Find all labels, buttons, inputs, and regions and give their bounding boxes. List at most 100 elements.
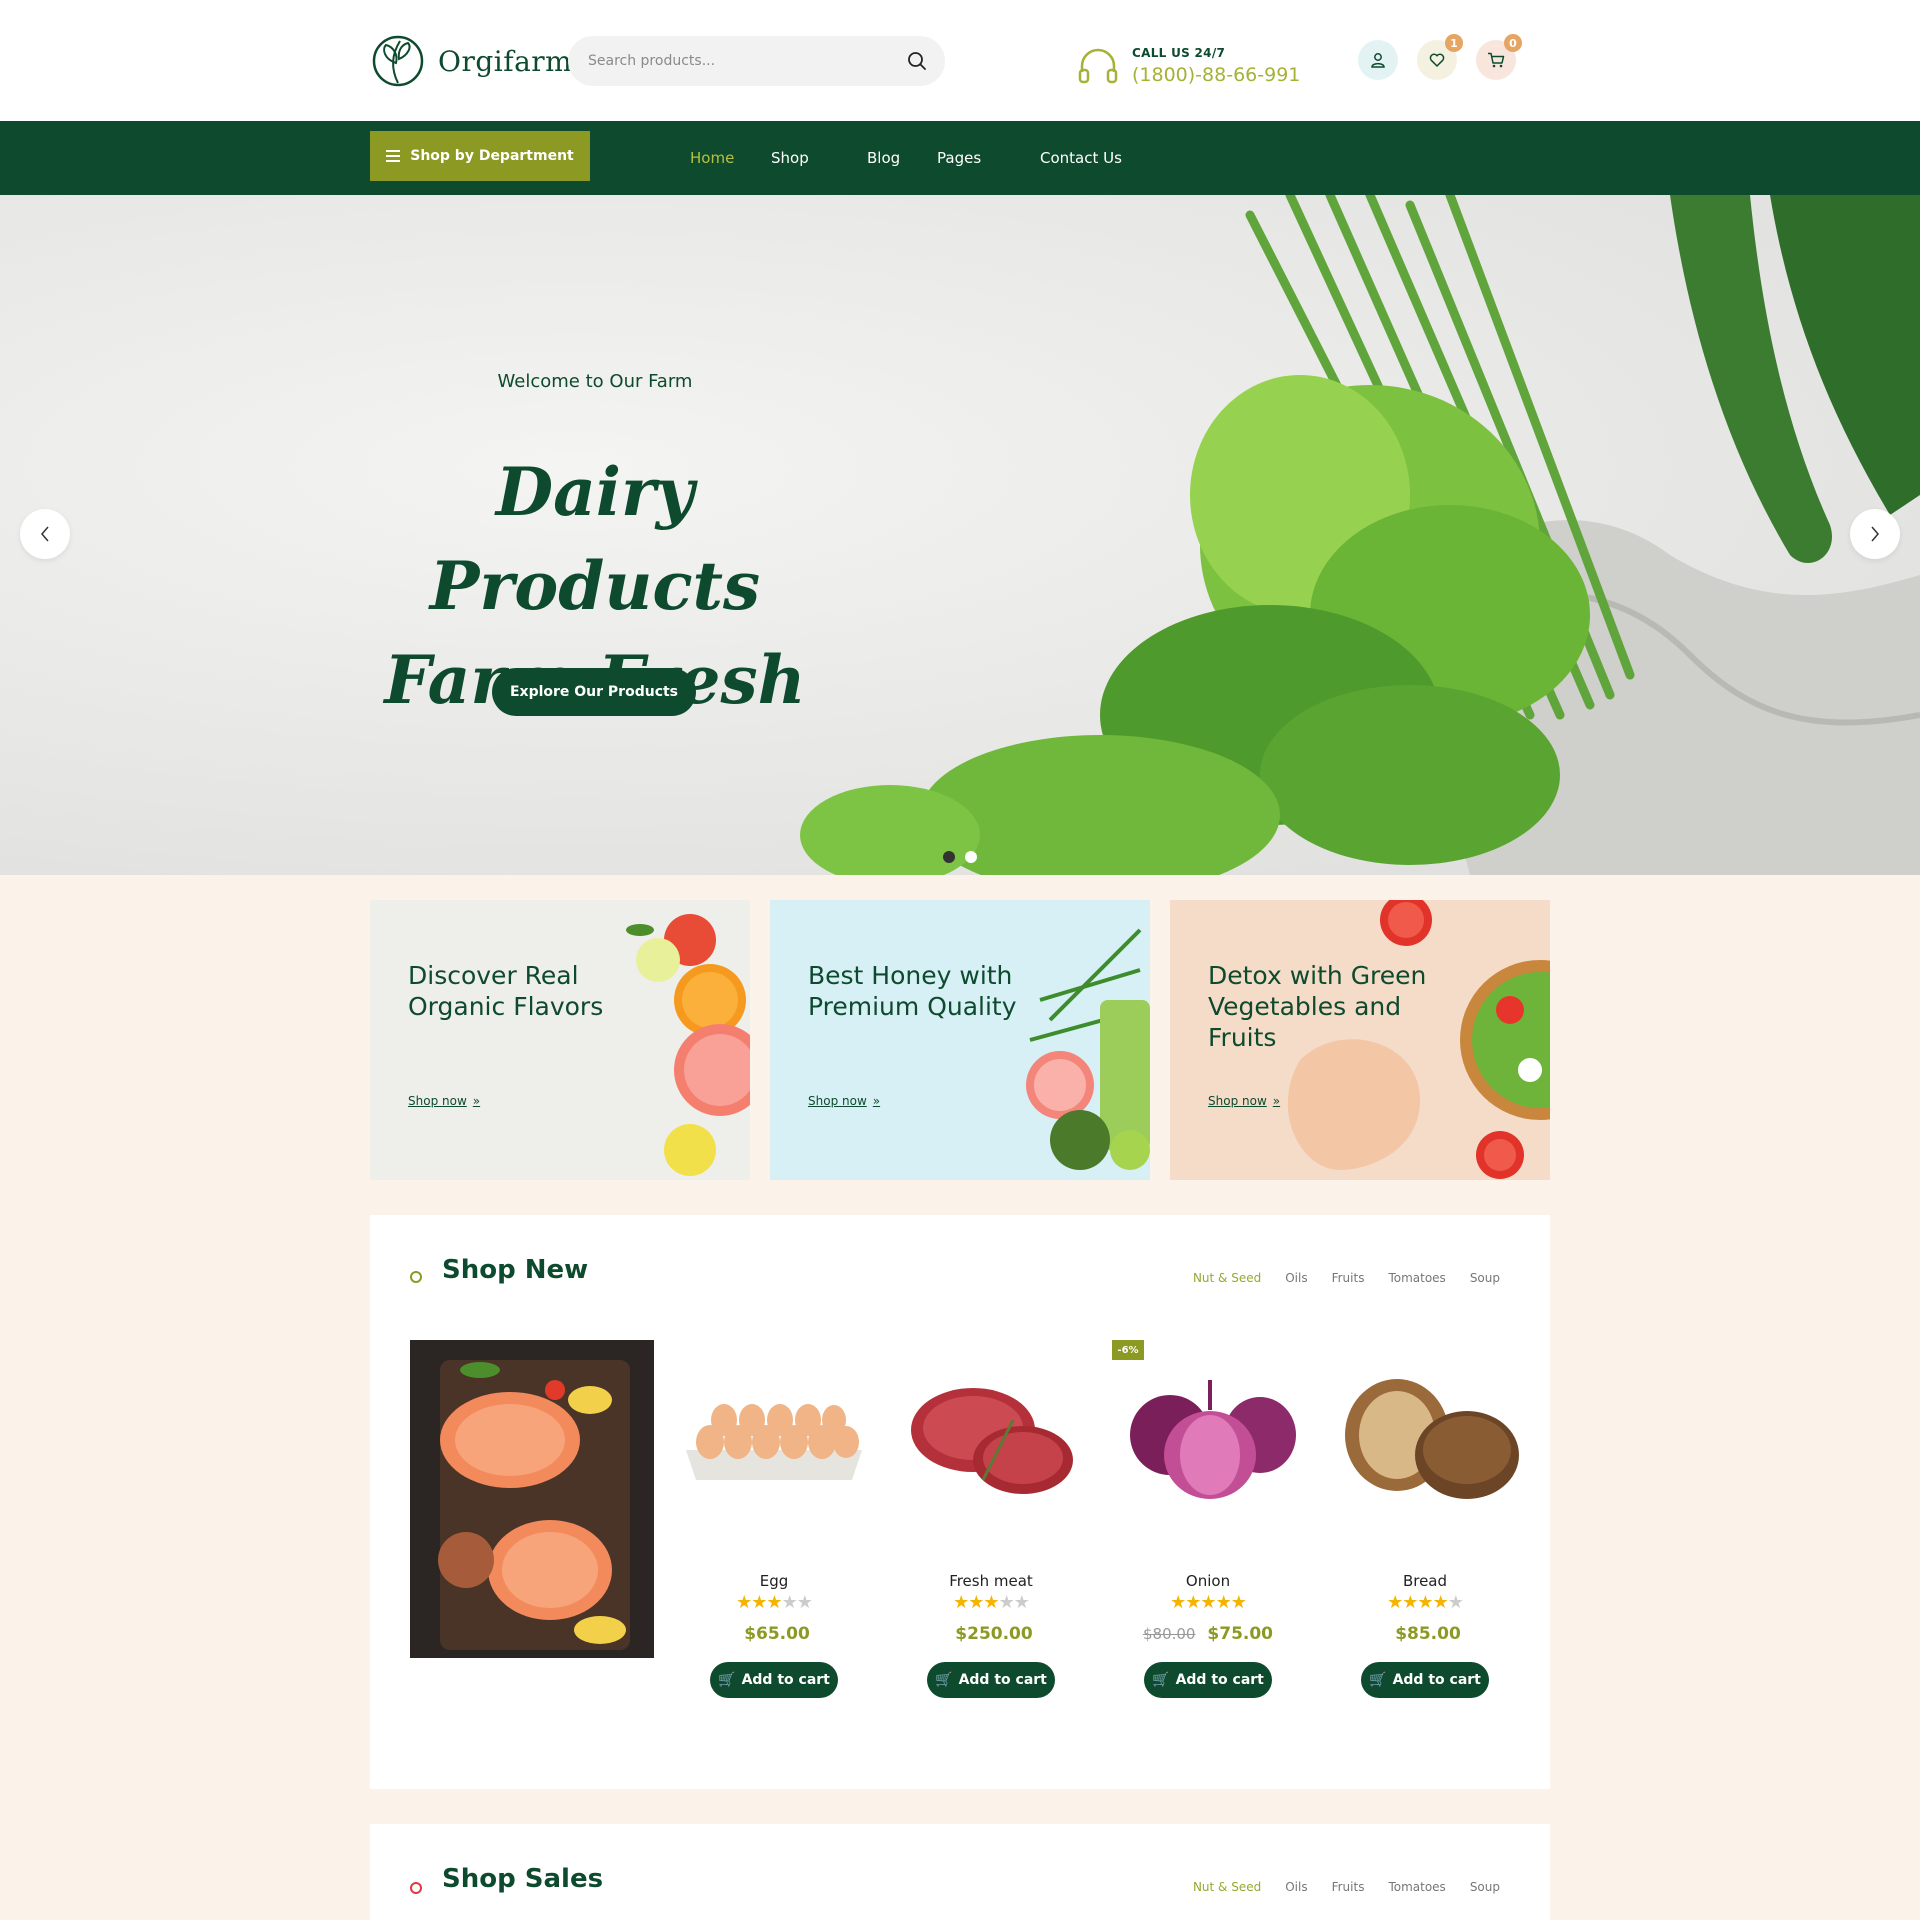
account-button[interactable] bbox=[1358, 40, 1398, 80]
user-icon bbox=[1371, 53, 1385, 68]
star-filled-icon: ★ bbox=[1432, 1592, 1449, 1613]
brand-name: Orgifarm bbox=[438, 44, 573, 78]
nav-home[interactable]: Home bbox=[690, 121, 734, 195]
old-price: $80.00 bbox=[1142, 1625, 1196, 1643]
product-name: Bread bbox=[1402, 1572, 1448, 1590]
star-filled-icon: ★ bbox=[1200, 1592, 1216, 1613]
add-to-cart-label: Add to cart bbox=[1175, 1672, 1264, 1688]
product-card-bread[interactable]: Bread ★★★★★ $85.00 🛒 Add to cart bbox=[1327, 1340, 1523, 1710]
egg-image bbox=[686, 1404, 862, 1480]
filter-tab-fruits[interactable]: Fruits bbox=[1332, 1880, 1365, 1894]
filter-tab-soup[interactable]: Soup bbox=[1470, 1271, 1500, 1285]
filter-tab-oils[interactable]: Oils bbox=[1285, 1271, 1307, 1285]
chevron-left-icon bbox=[41, 526, 49, 542]
salmon-feature-image[interactable] bbox=[410, 1340, 654, 1658]
call-number[interactable]: (1800)-88-66-991 bbox=[1132, 64, 1300, 86]
hero-slider: Welcome to Our Farm Dairy Products Farm … bbox=[0, 195, 1920, 875]
rating-stars: ★★★★★ bbox=[893, 1592, 1089, 1613]
logo[interactable]: Orgifarm bbox=[370, 33, 572, 89]
section-dot-icon bbox=[410, 1271, 422, 1283]
add-to-cart-label: Add to cart bbox=[958, 1672, 1047, 1688]
filter-tab-soup[interactable]: Soup bbox=[1470, 1880, 1500, 1894]
nav-pages[interactable]: Pages bbox=[937, 121, 981, 195]
star-filled-icon: ★ bbox=[953, 1592, 969, 1613]
menu-icon bbox=[386, 150, 401, 162]
star-empty-icon: ★ bbox=[1447, 1592, 1464, 1613]
leaf-logo-icon bbox=[372, 35, 424, 87]
search-button[interactable] bbox=[899, 43, 935, 79]
cart-button[interactable]: 0 bbox=[1476, 34, 1522, 80]
filter-tab-fruits[interactable]: Fruits bbox=[1332, 1271, 1365, 1285]
star-filled-icon: ★ bbox=[1215, 1592, 1232, 1613]
double-chevron-icon: » bbox=[872, 1094, 881, 1108]
smoothie-image bbox=[1026, 928, 1150, 1170]
shop-now-label: Shop now bbox=[808, 1094, 867, 1108]
filter-tab-oils[interactable]: Oils bbox=[1285, 1880, 1307, 1894]
call-label: CALL US 24/7 bbox=[1132, 46, 1226, 60]
slider-dot-1[interactable] bbox=[943, 851, 955, 863]
filter-tab-nut-seed[interactable]: Nut & Seed bbox=[1193, 1271, 1261, 1285]
add-to-cart-button[interactable]: 🛒 Add to cart bbox=[927, 1662, 1055, 1698]
shop-sales-section: Shop Sales Nut & Seed Oils Fruits Tomato… bbox=[370, 1824, 1550, 1920]
search-icon bbox=[908, 52, 926, 70]
search-input[interactable] bbox=[588, 36, 888, 86]
chevron-right-icon bbox=[1871, 526, 1879, 542]
add-to-cart-button[interactable]: 🛒 Add to cart bbox=[1361, 1662, 1489, 1698]
call-us: CALL US 24/7 (1800)-88-66-991 bbox=[1076, 46, 1300, 86]
shop-sales-title: Shop Sales bbox=[442, 1864, 604, 1894]
add-to-cart-button[interactable]: 🛒 Add to cart bbox=[1144, 1662, 1272, 1698]
meat-image bbox=[911, 1388, 1073, 1494]
cart-icon: 🛒 bbox=[935, 1672, 953, 1688]
filter-tab-nut-seed[interactable]: Nut & Seed bbox=[1193, 1880, 1261, 1894]
price: $75.00 bbox=[1207, 1624, 1274, 1644]
star-filled-icon: ★ bbox=[1170, 1592, 1186, 1613]
slider-dot-2[interactable] bbox=[965, 851, 977, 863]
promo-title: Best Honey with Premium Quality bbox=[808, 961, 1017, 1021]
discount-tag: -6% bbox=[1112, 1340, 1144, 1360]
heart-icon bbox=[1429, 53, 1445, 68]
slider-prev-button[interactable] bbox=[20, 509, 70, 559]
product-name: Onion bbox=[1185, 1572, 1231, 1590]
rating-stars: ★★★★★ bbox=[1110, 1592, 1306, 1613]
product-price: $250.00 bbox=[893, 1624, 1089, 1644]
filter-tab-tomatoes[interactable]: Tomatoes bbox=[1388, 1880, 1445, 1894]
shop-now-link[interactable]: Shop now » bbox=[408, 1094, 480, 1108]
product-card-onion[interactable]: -6% Onion ★★★★★ $80.00 $75.00 🛒 Add to c… bbox=[1110, 1340, 1306, 1710]
bread-image bbox=[1345, 1379, 1519, 1499]
department-label: Shop by Department bbox=[410, 148, 574, 164]
promo-card-honey[interactable]: Best Honey with Premium Quality Shop now… bbox=[770, 900, 1150, 1180]
add-to-cart-button[interactable]: 🛒 Add to cart bbox=[710, 1662, 838, 1698]
promo-card-organic[interactable]: Discover Real Organic Flavors Shop now » bbox=[370, 900, 750, 1180]
nav-shop[interactable]: Shop bbox=[771, 121, 809, 195]
main-navbar: Shop by Department Home Shop Blog Pages … bbox=[0, 121, 1920, 195]
cart-count-badge: 0 bbox=[1504, 34, 1522, 52]
hero-title-line-1: Dairy Products bbox=[429, 453, 761, 625]
filter-tab-tomatoes[interactable]: Tomatoes bbox=[1388, 1271, 1445, 1285]
top-header: Orgifarm CALL US 24/7 (1800)-88-66-991 bbox=[0, 0, 1920, 121]
star-filled-icon: ★ bbox=[766, 1592, 782, 1613]
star-empty-icon: ★ bbox=[998, 1592, 1015, 1613]
wishlist-button[interactable]: 1 bbox=[1417, 34, 1463, 80]
double-chevron-icon: » bbox=[1272, 1094, 1281, 1108]
nav-blog[interactable]: Blog bbox=[867, 121, 900, 195]
rating-stars: ★★★★★ bbox=[1327, 1592, 1523, 1613]
nav-contact-us[interactable]: Contact Us bbox=[1040, 121, 1122, 195]
product-name: Egg bbox=[759, 1572, 789, 1590]
shop-now-link[interactable]: Shop now » bbox=[1208, 1094, 1280, 1108]
shop-by-department-button[interactable]: Shop by Department bbox=[370, 131, 590, 181]
star-empty-icon: ★ bbox=[1013, 1592, 1030, 1613]
shop-now-link[interactable]: Shop now » bbox=[808, 1094, 880, 1108]
promo-card-detox[interactable]: Detox with Green Vegetables and Fruits S… bbox=[1170, 900, 1550, 1180]
product-card-fresh-meat[interactable]: Fresh meat ★★★★★ $250.00 🛒 Add to cart bbox=[893, 1340, 1089, 1710]
citrus-fruits-image bbox=[626, 914, 750, 1176]
slider-next-button[interactable] bbox=[1850, 509, 1900, 559]
product-name: Fresh meat bbox=[949, 1572, 1033, 1590]
product-card-egg[interactable]: Egg ★★★★★ $65.00 🛒 Add to cart bbox=[676, 1340, 872, 1710]
hero-welcome: Welcome to Our Farm bbox=[497, 371, 693, 392]
promo-title: Detox with Green Vegetables and Fruits bbox=[1208, 961, 1427, 1052]
cart-icon: 🛒 bbox=[718, 1672, 736, 1688]
shop-now-label: Shop now bbox=[408, 1094, 467, 1108]
price: $250.00 bbox=[955, 1624, 1033, 1644]
explore-products-button[interactable]: Explore Our Products bbox=[492, 668, 696, 716]
section-dot-icon bbox=[410, 1882, 422, 1894]
